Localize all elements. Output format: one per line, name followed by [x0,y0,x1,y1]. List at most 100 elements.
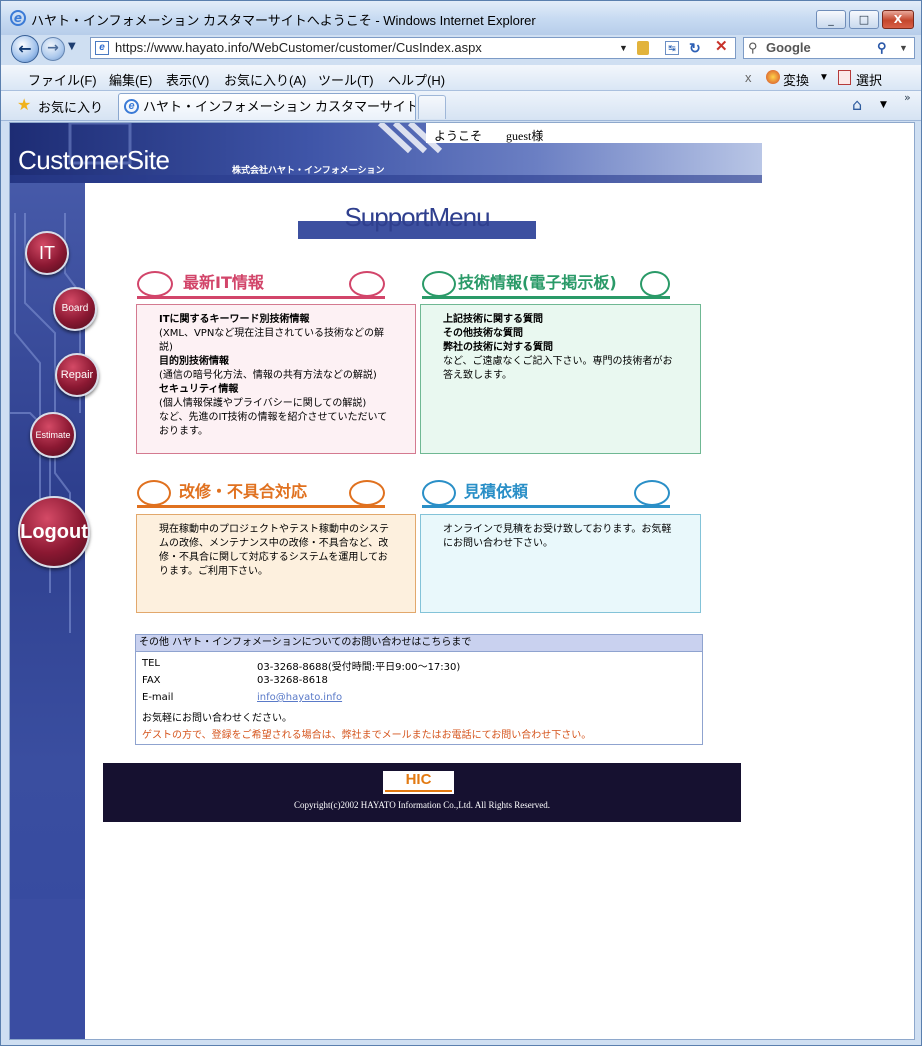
it-line-7: など、先進のIT技術の情報を紹介させていただいております。 [159,412,388,437]
logout-button[interactable]: Logout [18,496,90,568]
convert-button[interactable]: 変換 [783,70,809,89]
menu-tools[interactable]: ツール(T) [318,70,374,89]
select-icon [838,70,851,85]
page-title: SupportMenu [298,199,536,239]
section-heading-it[interactable]: 最新IT情報 [137,269,385,299]
site-footer: HIC Copyright(c)2002 HAYATO Information … [103,763,741,822]
stop-icon[interactable]: ✕ [715,38,728,57]
board-line-1[interactable]: 上記技術に関する質問 [443,313,678,327]
toolbar-close-icon[interactable]: x [745,70,752,85]
contact-title: その他 ハヤト・インフォメーションについてのお問い合わせはこちらまで [136,635,702,652]
company-name: 株式会社ハヤト・インフォメーション [232,166,385,176]
contact-box: その他 ハヤト・インフォメーションについてのお問い合わせはこちらまで TEL 0… [135,634,703,745]
section-heading-estimate[interactable]: 見積依頼 [422,478,670,508]
ring-icon [422,480,456,506]
address-bar[interactable]: e https://www.hayato.info/WebCustomer/cu… [90,37,736,59]
section-heading-repair[interactable]: 改修・不具合対応 [137,478,385,508]
new-tab-button[interactable] [418,95,446,119]
welcome-text: ようこそ guest様 [434,129,544,143]
search-options-icon[interactable]: ▼ [899,38,908,58]
tel-label: TEL [142,658,160,669]
tel-value: 03-3268-8688(受付時間:平日9:00～17:30) [257,662,461,673]
estimate-text: オンラインで見積をお受け致しております。お気軽にお問い合わせ下さい。 [443,524,672,549]
minimize-button[interactable]: _ [816,10,846,29]
fax-label: FAX [142,675,161,686]
section-box-board: 上記技術に関する質問 その他技術な質問 弊社の技術に対する質問 など、ご遠慮なく… [420,304,701,454]
toolbar-overflow-icon[interactable]: » [904,91,911,104]
convert-dropdown-icon[interactable]: ▼ [819,72,829,83]
section-box-estimate: オンラインで見積をお受け致しております。お気軽にお問い合わせ下さい。 [420,514,701,613]
ring-icon [634,480,670,506]
ring-icon [349,480,385,506]
forward-button[interactable]: → [41,37,65,61]
search-input[interactable]: Google [766,38,811,58]
browser-window: e ハヤト・インフォメーション カスタマーサイトへようこそ - Windows … [0,0,922,1046]
web-content: CustomerSite 株式会社ハヤト・インフォメーション ようこそ gues… [9,122,915,1040]
menu-favorites[interactable]: お気に入り(A) [224,70,306,89]
section-heading-estimate-label: 見積依頼 [464,482,529,501]
translate-icon [766,70,780,84]
board-line-3[interactable]: 弊社の技術に対する質問 [443,341,678,355]
email-label: E-mail [142,692,174,703]
site-header: CustomerSite 株式会社ハヤト・インフォメーション ようこそ gues… [10,123,762,183]
search-icon[interactable]: ⚲ [877,38,887,58]
ring-icon [422,271,456,297]
it-line-1[interactable]: ITに関するキーワード別技術情報 [159,313,393,327]
sidebar-item-board[interactable]: Board [53,287,97,331]
section-box-repair: 現在稼動中のプロジェクトやテスト稼動中のシステムの改修、メンテナンス中の改修・不… [136,514,416,613]
copyright-text: Copyright(c)2002 HAYATO Information Co.,… [294,800,550,810]
menu-edit[interactable]: 編集(E) [109,70,152,89]
back-button[interactable]: ← [11,35,39,63]
menu-bar: ファイル(F) 編集(E) 表示(V) お気に入り(A) ツール(T) ヘルプ(… [1,65,921,91]
address-url: https://www.hayato.info/WebCustomer/cust… [115,40,482,55]
it-line-5[interactable]: セキュリティ情報 [159,383,393,397]
tab-active[interactable]: e ハヤト・インフォメーション カスタマーサイト... [118,93,416,120]
hic-logo-underline [385,790,452,792]
favorites-star-icon[interactable]: ★ [17,95,31,114]
maximize-button[interactable]: □ [849,10,879,29]
ie-logo-icon: e [10,10,26,26]
menu-help[interactable]: ヘルプ(H) [388,70,445,89]
menu-view[interactable]: 表示(V) [166,70,209,89]
it-line-4: (通信の暗号化方法、情報の共有方法などの解説) [159,370,377,381]
tab-ie-icon: e [124,99,139,114]
board-line-2[interactable]: その他技術な質問 [443,327,678,341]
sidebar-item-repair[interactable]: Repair [55,353,99,397]
compatibility-icon[interactable]: ↹ [665,41,679,55]
arrow-left-icon: ← [18,39,32,58]
it-line-3[interactable]: 目的別技術情報 [159,355,393,369]
arrow-right-icon: → [47,40,59,56]
close-button[interactable]: X [882,10,914,29]
sidebar-item-it[interactable]: IT [25,231,69,275]
fax-value: 03-3268-8618 [257,675,328,686]
lock-icon[interactable] [637,41,649,55]
ring-icon [640,271,670,297]
title-bar: e ハヤト・インフォメーション カスタマーサイトへようこそ - Windows … [1,1,921,35]
refresh-icon[interactable]: ↻ [689,38,701,58]
section-heading-board-label: 技術情報(電子掲示板) [458,273,617,292]
ring-icon [349,271,385,297]
favorites-button[interactable]: お気に入り [38,97,103,116]
it-line-6: (個人情報保護やプライバシーに関しての解説) [159,398,367,409]
select-button[interactable]: 選択 [856,70,882,89]
window-title: ハヤト・インフォメーション カスタマーサイトへようこそ - Windows In… [31,13,536,28]
contact-note: お気軽にお問い合わせください。 [142,713,292,724]
repair-text: 現在稼動中のプロジェクトやテスト稼動中のシステムの改修、メンテナンス中の改修・不… [159,524,389,577]
section-heading-board[interactable]: 技術情報(電子掲示板) [422,269,670,299]
history-dropdown-icon[interactable]: ▼ [68,41,76,52]
menu-file[interactable]: ファイル(F) [28,70,97,89]
address-dropdown-icon[interactable]: ▼ [619,38,628,58]
email-link[interactable]: info@hayato.info [257,692,342,703]
page-icon: e [95,41,109,55]
guest-note: ゲストの方で、登録をご希望される場合は、弊社までメールまたはお電話にてお問い合わ… [142,730,592,741]
sidebar-item-estimate[interactable]: Estimate [30,412,76,458]
section-heading-it-label: 最新IT情報 [183,273,264,292]
search-box[interactable]: ⚲ Google ⚲ ▼ [743,37,915,59]
search-engine-icon: ⚲ [748,40,758,55]
site-logo: CustomerSite [18,145,170,175]
home-icon[interactable]: ⌂ [852,95,862,114]
board-line-4: など、ご遠慮なくご記入下さい。専門の技術者がお答え致します。 [443,356,673,381]
ring-icon [137,480,171,506]
section-box-it: ITに関するキーワード別技術情報 (XML、VPNなど現在注目されている技術など… [136,304,416,454]
home-dropdown-icon[interactable]: ▼ [880,100,887,110]
